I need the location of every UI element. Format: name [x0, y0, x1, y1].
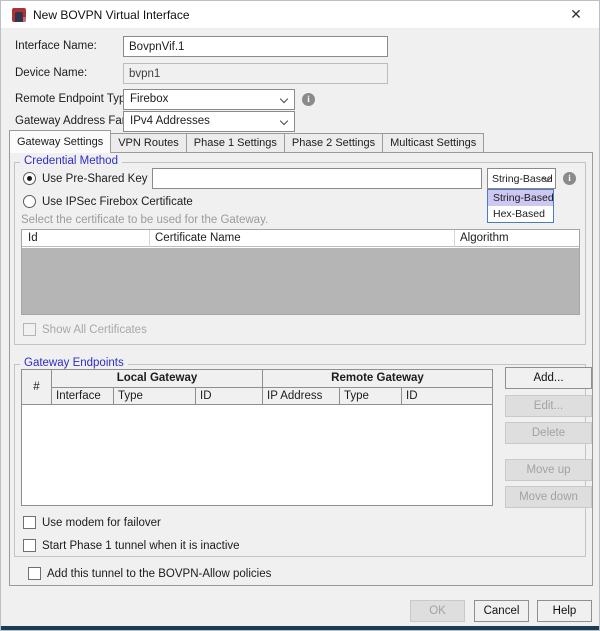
certificate-table-body — [22, 248, 579, 314]
add-button[interactable]: Add... — [505, 367, 592, 389]
tab-gateway-settings[interactable]: Gateway Settings — [9, 130, 111, 153]
remote-endpoint-type-label: Remote Endpoint Type: — [15, 93, 135, 105]
col-certificate-name: Certificate Name — [155, 232, 241, 244]
info-icon[interactable] — [302, 93, 315, 106]
remote-endpoint-type-select[interactable]: Firebox — [123, 89, 295, 110]
dropdown-option-string-based[interactable]: String-Based — [488, 190, 553, 206]
tab-phase-1-settings[interactable]: Phase 1 Settings — [186, 133, 285, 153]
interface-name-input[interactable] — [123, 36, 388, 57]
use-ipsec-certificate-radio[interactable] — [23, 195, 36, 208]
certificate-hint: Select the certificate to be used for th… — [21, 214, 268, 226]
use-modem-failover-label: Use modem for failover — [42, 517, 161, 529]
col-group-remote-gateway: Remote Gateway — [262, 370, 492, 388]
help-button[interactable]: Help — [537, 600, 592, 622]
gateway-endpoints-title: Gateway Endpoints — [20, 357, 128, 369]
certificate-table-header: Id Certificate Name Algorithm — [22, 230, 579, 247]
use-pre-shared-key-radio[interactable] — [23, 172, 36, 185]
col-local-id: ID — [195, 388, 262, 404]
start-phase1-tunnel-checkbox[interactable] — [23, 539, 36, 552]
start-phase1-tunnel-label: Start Phase 1 tunnel when it is inactive — [42, 540, 240, 552]
gateway-address-family-value: IPv4 Addresses — [130, 115, 210, 127]
window-bottom-edge — [1, 626, 599, 631]
chevron-down-icon — [280, 117, 288, 125]
show-all-certificates-checkbox — [23, 323, 36, 336]
col-group-local-gateway: Local Gateway — [51, 370, 262, 388]
col-remote-id: ID — [401, 388, 492, 404]
col-row-number: # — [22, 370, 51, 404]
col-remote-type: Type — [339, 388, 401, 404]
tab-phase-2-settings[interactable]: Phase 2 Settings — [284, 133, 383, 153]
use-pre-shared-key-label: Use Pre-Shared Key — [42, 173, 147, 185]
key-type-dropdown-list: String-Based Hex-Based — [487, 189, 554, 223]
tab-bar: Gateway Settings VPN Routes Phase 1 Sett… — [9, 130, 484, 153]
gateway-endpoints-table: # Local Gateway Remote Gateway Interface… — [21, 369, 493, 506]
col-local-type: Type — [113, 388, 195, 404]
show-all-certificates-label: Show All Certificates — [42, 324, 147, 336]
col-remote-ip-address: IP Address — [262, 388, 339, 404]
title-bar: New BOVPN Virtual Interface ✕ — [1, 1, 599, 29]
interface-name-label: Interface Name: — [15, 40, 97, 52]
gateway-endpoints-table-header: # Local Gateway Remote Gateway Interface… — [22, 370, 492, 405]
device-name-input — [123, 63, 388, 84]
move-up-button: Move up — [505, 459, 592, 481]
ok-button: OK — [410, 600, 465, 622]
chevron-down-icon — [280, 95, 288, 103]
credential-method-title: Credential Method — [20, 155, 122, 167]
remote-endpoint-type-value: Firebox — [130, 93, 168, 105]
app-icon — [12, 8, 26, 22]
delete-button: Delete — [505, 422, 592, 444]
info-icon[interactable] — [563, 172, 576, 185]
key-type-select[interactable]: String-Based — [487, 168, 556, 189]
col-algorithm: Algorithm — [460, 232, 509, 244]
new-bovpn-dialog: New BOVPN Virtual Interface ✕ Interface … — [0, 0, 600, 631]
cancel-button[interactable]: Cancel — [474, 600, 529, 622]
pre-shared-key-input[interactable] — [152, 168, 482, 189]
add-to-bovpn-allow-checkbox[interactable] — [28, 567, 41, 580]
edit-button: Edit... — [505, 395, 592, 417]
close-icon[interactable]: ✕ — [567, 6, 585, 23]
use-ipsec-certificate-label: Use IPSec Firebox Certificate — [42, 196, 193, 208]
certificate-table: Id Certificate Name Algorithm — [21, 229, 580, 315]
device-name-label: Device Name: — [15, 67, 87, 79]
window-title: New BOVPN Virtual Interface — [33, 8, 190, 22]
add-to-bovpn-allow-label: Add this tunnel to the BOVPN-Allow polic… — [47, 568, 271, 580]
col-id: Id — [28, 232, 38, 244]
col-local-interface: Interface — [51, 388, 113, 404]
use-modem-failover-checkbox[interactable] — [23, 516, 36, 529]
gateway-address-family-select[interactable]: IPv4 Addresses — [123, 111, 295, 132]
move-down-button: Move down — [505, 486, 592, 508]
tab-vpn-routes[interactable]: VPN Routes — [110, 133, 187, 153]
dropdown-option-hex-based[interactable]: Hex-Based — [488, 206, 553, 222]
tab-multicast-settings[interactable]: Multicast Settings — [382, 133, 484, 153]
